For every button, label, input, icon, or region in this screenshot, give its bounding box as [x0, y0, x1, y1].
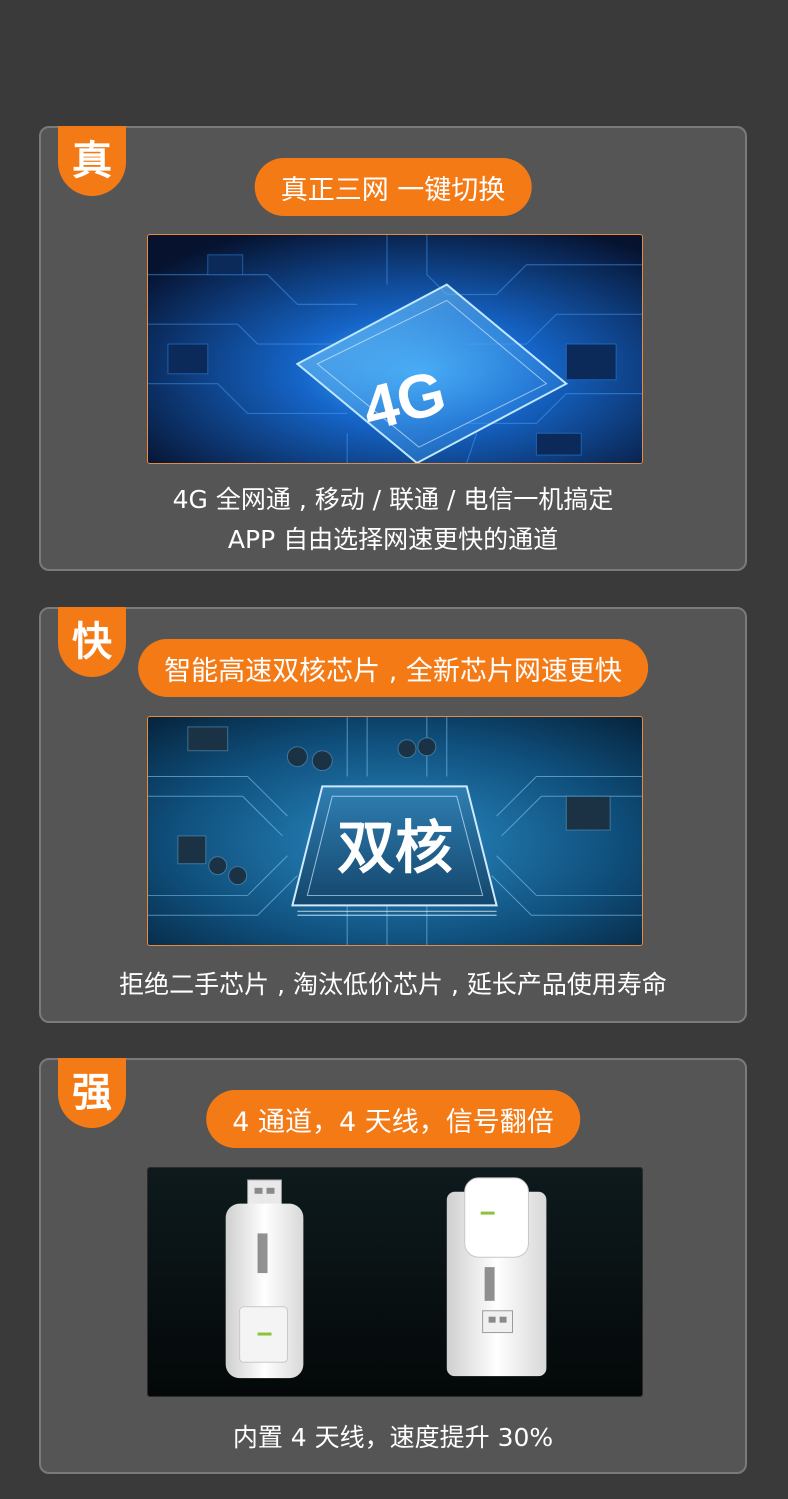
dual-core-label: 双核 — [337, 815, 453, 882]
caption-line-1: 4G 全网通 , 移动 / 联通 / 电信一机搞定 — [172, 485, 614, 514]
section-title-pill: 4 通道，4 天线，信号翻倍 — [206, 1090, 580, 1148]
section-badge: 真 — [58, 126, 126, 196]
section-card-strong: 强 4 通道，4 天线，信号翻倍 内置 4 天线，速度提升 30% — [39, 1058, 747, 1474]
caption-line-2: APP 自由选择网速更快的通道 — [227, 525, 559, 554]
4g-chip-image: 4G — [147, 234, 643, 464]
section-card-true: 真 真正三网 一键切换 4G 4G 全网通 , 移动 / 联通 / 电信一机搞定… — [39, 126, 747, 571]
usb-dongle-image — [147, 1167, 643, 1397]
section-title-pill: 智能高速双核芯片 , 全新芯片网速更快 — [138, 639, 648, 697]
caption-line-1: 拒绝二手芯片 , 淘汰低价芯片 , 延长产品使用寿命 — [119, 970, 667, 999]
section-badge: 强 — [58, 1058, 126, 1128]
caption-line-1: 内置 4 天线，速度提升 30% — [232, 1423, 554, 1452]
right-dongle — [446, 1177, 547, 1377]
section-caption: 拒绝二手芯片 , 淘汰低价芯片 , 延长产品使用寿命 — [41, 969, 745, 1001]
section-title-pill: 真正三网 一键切换 — [254, 158, 532, 216]
section-badge: 快 — [58, 607, 126, 677]
section-caption: 4G 全网通 , 移动 / 联通 / 电信一机搞定 APP 自由选择网速更快的通… — [41, 484, 745, 556]
section-card-fast: 快 智能高速双核芯片 , 全新芯片网速更快 双核 拒绝二手芯片 , 淘汰低价芯片… — [39, 607, 747, 1023]
section-caption: 内置 4 天线，速度提升 30% — [41, 1422, 745, 1454]
dual-core-chip-image: 双核 — [147, 716, 643, 946]
left-dongle — [225, 1179, 304, 1379]
